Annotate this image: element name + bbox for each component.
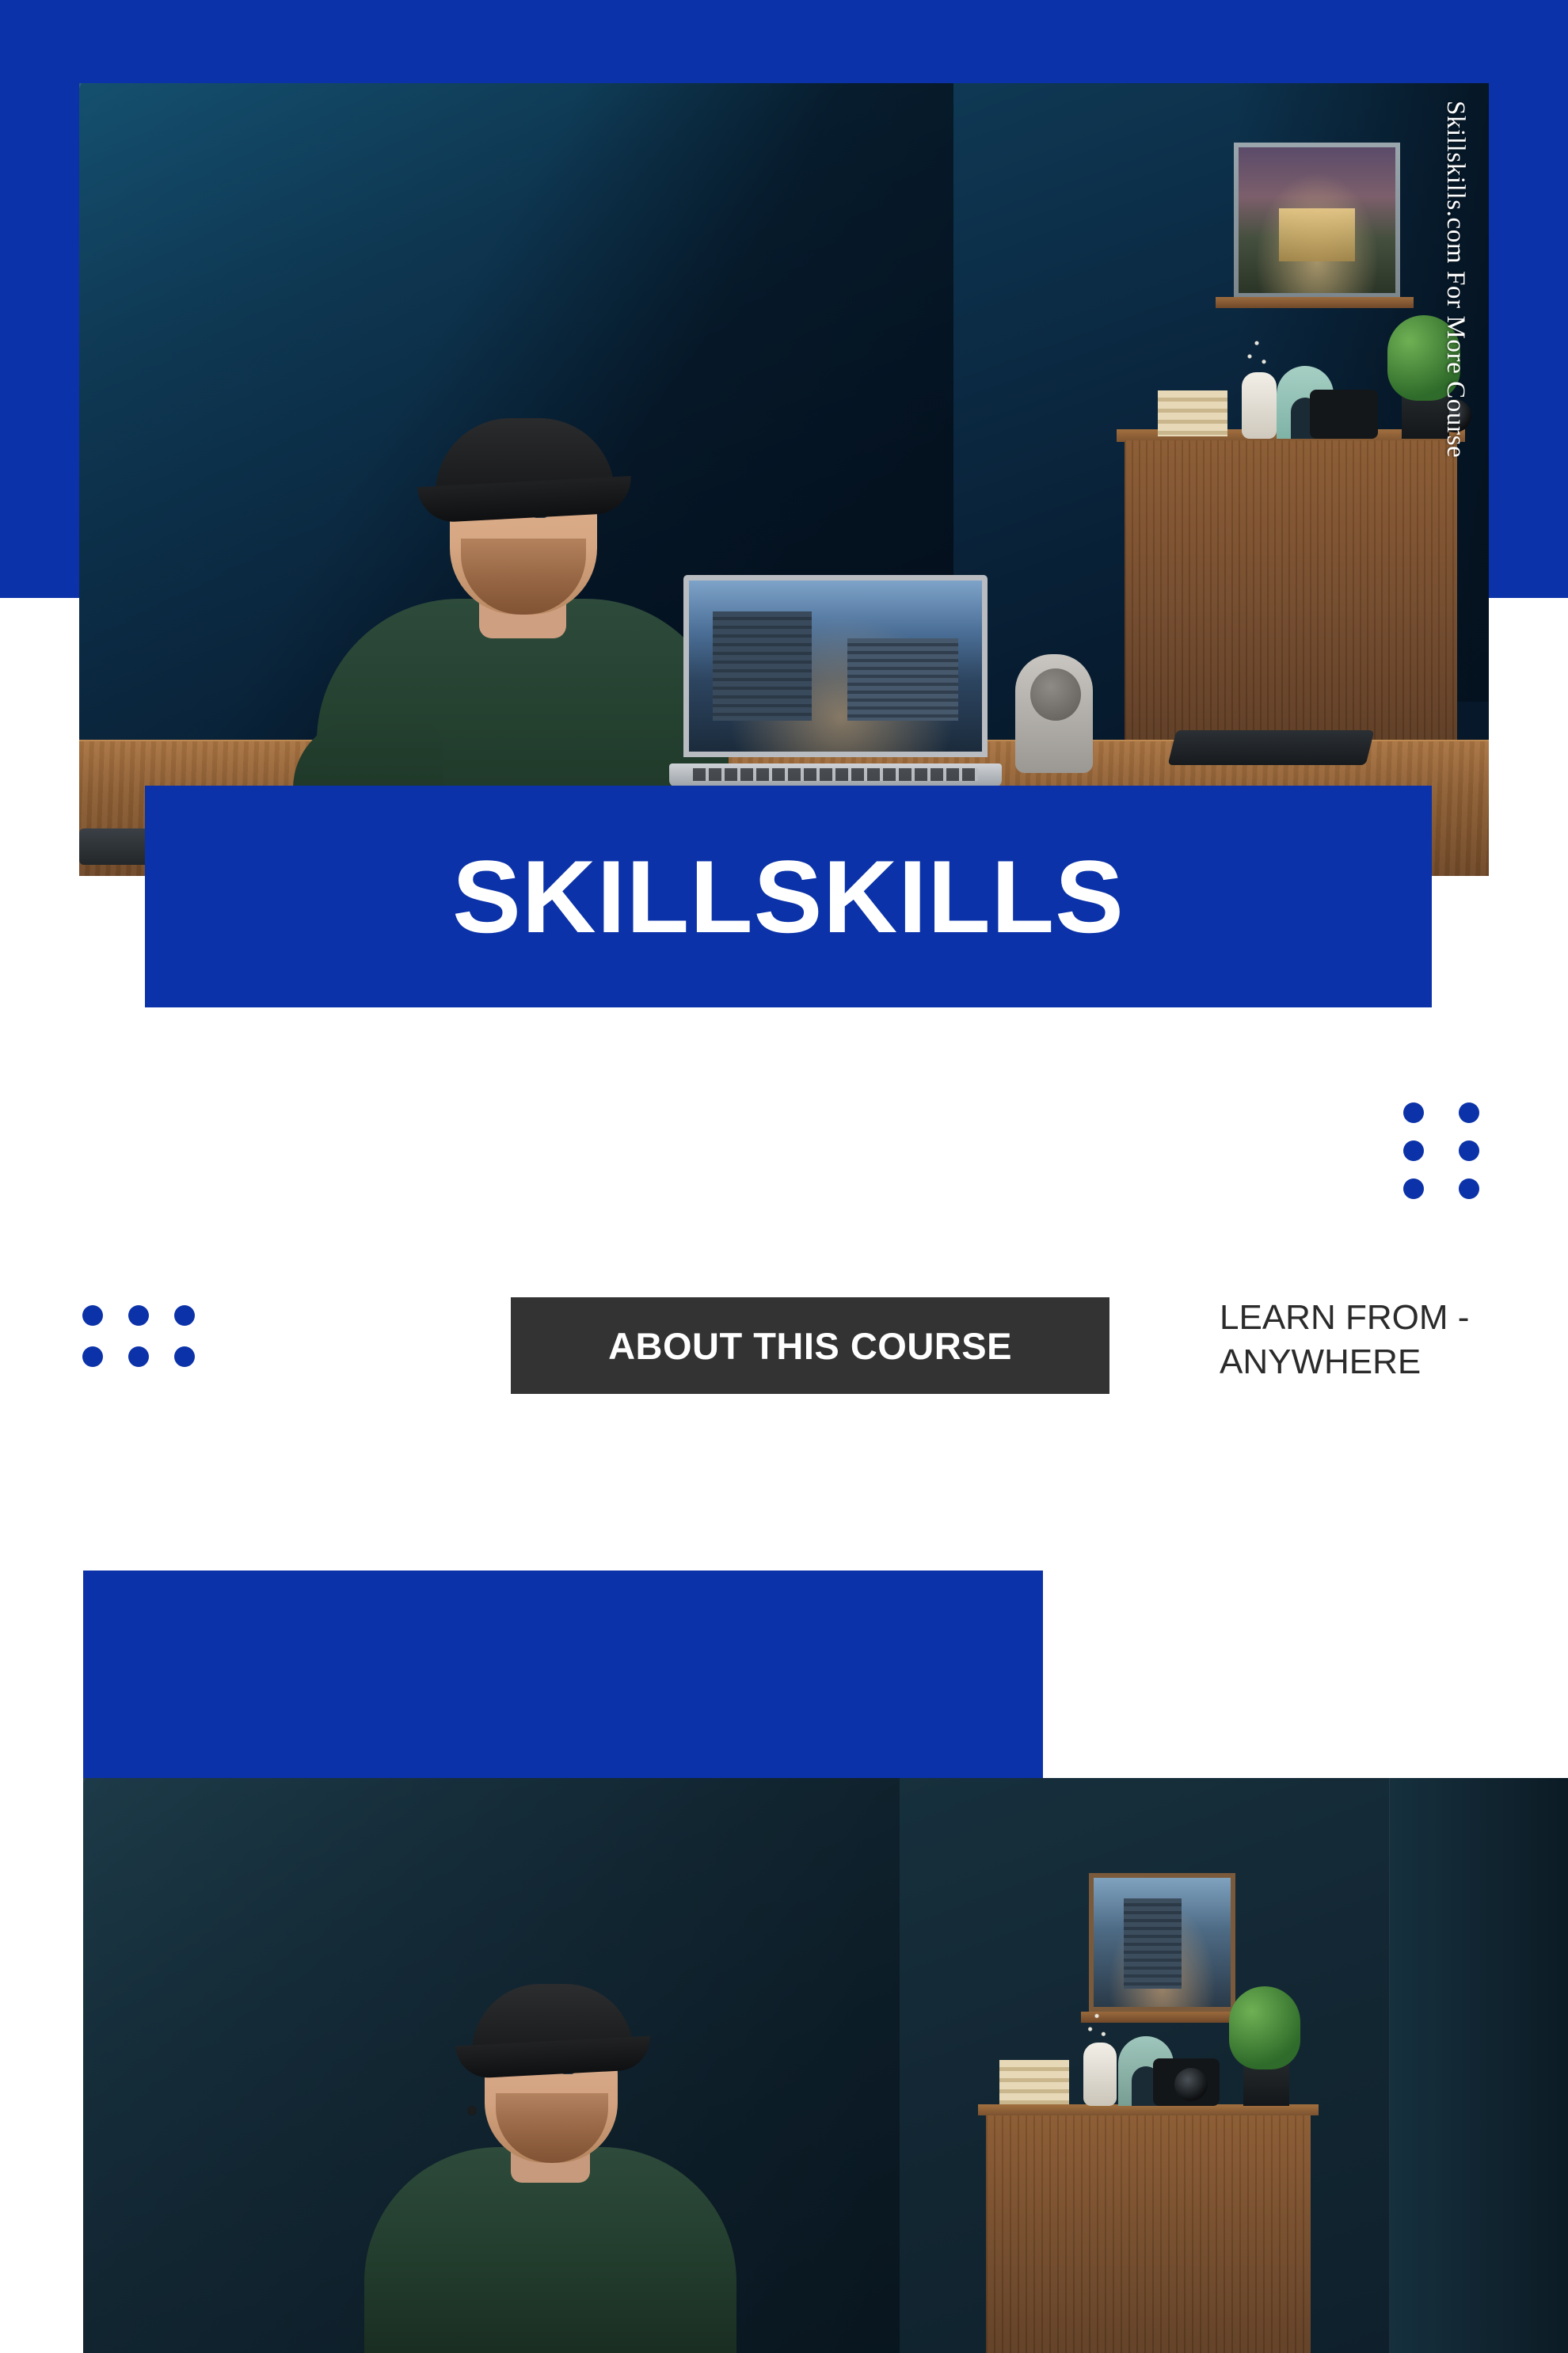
bottom-plant-pot xyxy=(1243,2063,1289,2106)
bottom-vase xyxy=(1083,2043,1117,2106)
hero-laptop xyxy=(669,575,1002,787)
dot xyxy=(1459,1140,1479,1161)
bottom-picture-artwork xyxy=(1094,1878,1231,2007)
bottom-plant xyxy=(1229,1986,1300,2069)
lower-blue-block xyxy=(83,1571,1043,1778)
hero-vase xyxy=(1242,372,1277,439)
hero-picture-artwork xyxy=(1239,147,1395,293)
hero-books xyxy=(1158,390,1227,436)
dot xyxy=(1459,1178,1479,1199)
bottom-sideboard-top xyxy=(978,2104,1319,2115)
bottom-dried-stems xyxy=(1085,2008,1109,2049)
dot xyxy=(1403,1140,1424,1161)
hero-smart-speaker-face xyxy=(1030,668,1081,721)
learn-note-line-2: ANYWHERE xyxy=(1220,1342,1421,1382)
hero-laptop-screen-content xyxy=(689,581,982,752)
bottom-wall-corner xyxy=(1389,1778,1390,2353)
bottom-presenter xyxy=(364,1925,736,2353)
title-banner: SKILLSKILLS xyxy=(145,786,1432,1007)
about-this-course-chip: ABOUT THIS COURSE xyxy=(511,1297,1109,1394)
hero-laptop-screen xyxy=(683,575,988,757)
hero-wall-shelf xyxy=(1216,297,1414,308)
dot xyxy=(128,1305,149,1326)
bottom-photo xyxy=(83,1778,1568,2353)
bottom-camera-lens xyxy=(1174,2068,1208,2101)
hero-laptop-base xyxy=(669,763,1002,787)
dot xyxy=(1403,1102,1424,1123)
dot xyxy=(174,1346,195,1367)
bottom-books xyxy=(999,2060,1069,2104)
dot-grid-icon-left xyxy=(82,1305,195,1367)
dot-grid-icon-right xyxy=(1403,1102,1479,1199)
bottom-sideboard xyxy=(986,2115,1311,2353)
hero-watermark-text: Skillskills.com For More Course xyxy=(1441,101,1470,459)
dot xyxy=(1459,1102,1479,1123)
dot xyxy=(128,1346,149,1367)
bottom-presenter-lapel-mic xyxy=(467,2106,477,2115)
hero-camera xyxy=(1310,390,1378,439)
hero-picture-frame xyxy=(1234,143,1400,298)
hero-dried-stems xyxy=(1245,334,1269,379)
dot xyxy=(82,1305,103,1326)
poster-canvas: Skillskills.com For More Course SKILLSKI… xyxy=(0,0,1568,2353)
hero-keyboard xyxy=(1167,730,1375,765)
about-this-course-label: ABOUT THIS COURSE xyxy=(608,1324,1012,1367)
bottom-right-wall xyxy=(1390,1778,1568,2353)
bottom-picture-frame xyxy=(1089,1873,1235,2012)
hero-photo: Skillskills.com For More Course xyxy=(79,83,1489,876)
page-title: SKILLSKILLS xyxy=(452,839,1125,954)
learn-from-anywhere-note: LEARN FROM - ANYWHERE xyxy=(1220,1296,1536,1385)
hero-sideboard xyxy=(1125,440,1457,757)
dot xyxy=(174,1305,195,1326)
dot xyxy=(82,1346,103,1367)
dot xyxy=(1403,1178,1424,1199)
learn-note-line-1: LEARN FROM - xyxy=(1220,1298,1470,1337)
hero-laptop-keyboard xyxy=(693,768,978,781)
